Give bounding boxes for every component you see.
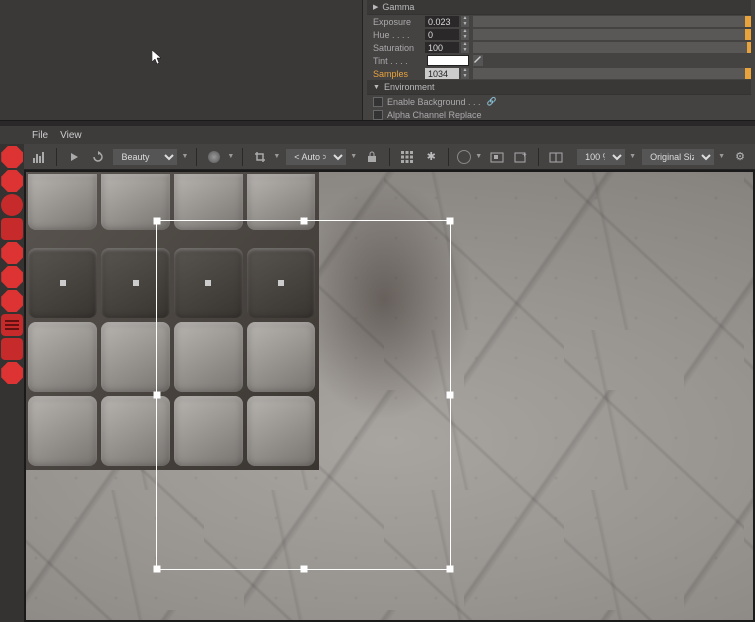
hue-spinner[interactable]: ▲▼ xyxy=(461,29,469,40)
tint-row: Tint . . . . xyxy=(367,54,751,67)
samples-label: Samples xyxy=(367,69,423,79)
env-enable-background: Enable Background . . .🔗 xyxy=(367,95,751,108)
tool-7[interactable] xyxy=(1,290,23,312)
link-icon[interactable]: 🔗 xyxy=(487,97,497,106)
chevron-down-icon: ▼ xyxy=(718,153,725,160)
env-alpha-replace: Alpha Channel Replace xyxy=(367,108,751,121)
exposure-spinner[interactable]: ▲▼ xyxy=(461,16,469,27)
tool-list[interactable] xyxy=(1,314,23,336)
sel-handle-tr[interactable] xyxy=(447,218,454,225)
svg-text:+: + xyxy=(522,151,527,159)
samples-slider[interactable] xyxy=(473,68,751,79)
mouse-cursor xyxy=(152,50,164,69)
sel-handle-ml[interactable] xyxy=(154,392,161,399)
layer-select[interactable]: Beauty xyxy=(113,149,177,165)
samples-spinner[interactable]: ▲▼ xyxy=(461,68,469,79)
gear-icon[interactable]: ⚙ xyxy=(731,148,749,166)
play-icon[interactable] xyxy=(65,148,83,166)
refresh-icon[interactable] xyxy=(89,148,107,166)
shape-icon[interactable] xyxy=(457,150,471,164)
hue-slider[interactable] xyxy=(473,29,751,40)
sel-handle-tl[interactable] xyxy=(154,218,161,225)
hue-label: Hue . . . . xyxy=(367,30,423,40)
region-selection[interactable] xyxy=(156,220,451,570)
hue-input[interactable] xyxy=(425,29,459,40)
sel-handle-mr[interactable] xyxy=(447,392,454,399)
menu-view[interactable]: View xyxy=(60,130,82,141)
saturation-row: Saturation ▲▼ xyxy=(367,41,751,54)
saturation-input[interactable] xyxy=(425,42,459,53)
saturation-spinner[interactable]: ▲▼ xyxy=(461,42,469,53)
chevron-down-icon: ▼ xyxy=(475,153,482,160)
samples-input[interactable] xyxy=(425,68,459,79)
chevron-down-icon: ▼ xyxy=(181,153,188,160)
gamma-section-header[interactable]: ▶Gamma xyxy=(367,0,751,15)
tool-5[interactable] xyxy=(1,242,23,264)
tint-picker-button[interactable] xyxy=(473,55,483,66)
environment-section-header[interactable]: ▼Environment xyxy=(367,80,751,95)
tool-6[interactable] xyxy=(1,266,23,288)
add-snapshot-icon[interactable]: + xyxy=(512,148,530,166)
samples-row: Samples ▲▼ xyxy=(367,67,751,80)
crop-icon[interactable] xyxy=(251,148,269,166)
snapshot-icon[interactable] xyxy=(488,148,506,166)
sel-handle-br[interactable] xyxy=(447,566,454,573)
tool-1[interactable] xyxy=(1,146,23,168)
zoom-select[interactable]: 100 % xyxy=(577,149,625,165)
chevron-down-icon: ▼ xyxy=(227,153,234,160)
chevron-down-icon: ▼ xyxy=(629,153,636,160)
sel-handle-bc[interactable] xyxy=(300,566,307,573)
tint-color-swatch[interactable] xyxy=(427,55,469,66)
properties-panel: ▶Gamma Exposure ▲▼ Hue . . . . ▲▼ Satura… xyxy=(363,0,755,120)
tool-4[interactable] xyxy=(1,218,23,240)
saturation-label: Saturation xyxy=(367,43,423,53)
menu-file[interactable]: File xyxy=(32,130,48,141)
menu-bar: File View xyxy=(0,126,755,144)
tool-10[interactable] xyxy=(1,362,23,384)
enable-background-checkbox[interactable] xyxy=(373,97,383,107)
tool-9[interactable] xyxy=(1,338,23,360)
sel-handle-bl[interactable] xyxy=(154,566,161,573)
alpha-replace-checkbox[interactable] xyxy=(373,110,383,120)
mode-select[interactable]: < Auto > xyxy=(286,149,346,165)
lock-icon[interactable] xyxy=(363,148,381,166)
histogram-icon[interactable] xyxy=(30,148,48,166)
exposure-row: Exposure ▲▼ xyxy=(367,15,751,28)
exposure-label: Exposure xyxy=(367,17,423,27)
exposure-input[interactable] xyxy=(425,16,459,27)
render-viewport[interactable] xyxy=(24,170,755,622)
chevron-down-icon: ▼ xyxy=(273,153,280,160)
top-left-panel xyxy=(0,0,363,120)
size-select[interactable]: Original Size xyxy=(642,149,714,165)
tint-label: Tint . . . . xyxy=(367,56,423,66)
left-toolbar xyxy=(0,144,24,622)
chevron-down-icon: ▼ xyxy=(350,153,357,160)
saturation-slider[interactable] xyxy=(473,42,751,53)
grid-icon[interactable] xyxy=(398,148,416,166)
exposure-slider[interactable] xyxy=(473,16,751,27)
gamma-label: Gamma xyxy=(382,2,414,12)
compare-icon[interactable] xyxy=(547,148,565,166)
sel-handle-tc[interactable] xyxy=(300,218,307,225)
filter-icon[interactable] xyxy=(205,148,223,166)
tool-3[interactable] xyxy=(1,194,23,216)
viewport-toolbar: Beauty ▼ ▼ ▼ < Auto > ▼ ✱ ▼ + 100 % ▼ Or… xyxy=(24,144,755,170)
hue-row: Hue . . . . ▲▼ xyxy=(367,28,751,41)
environment-label: Environment xyxy=(384,82,435,92)
tool-2[interactable] xyxy=(1,170,23,192)
snowflake-icon[interactable]: ✱ xyxy=(422,148,440,166)
